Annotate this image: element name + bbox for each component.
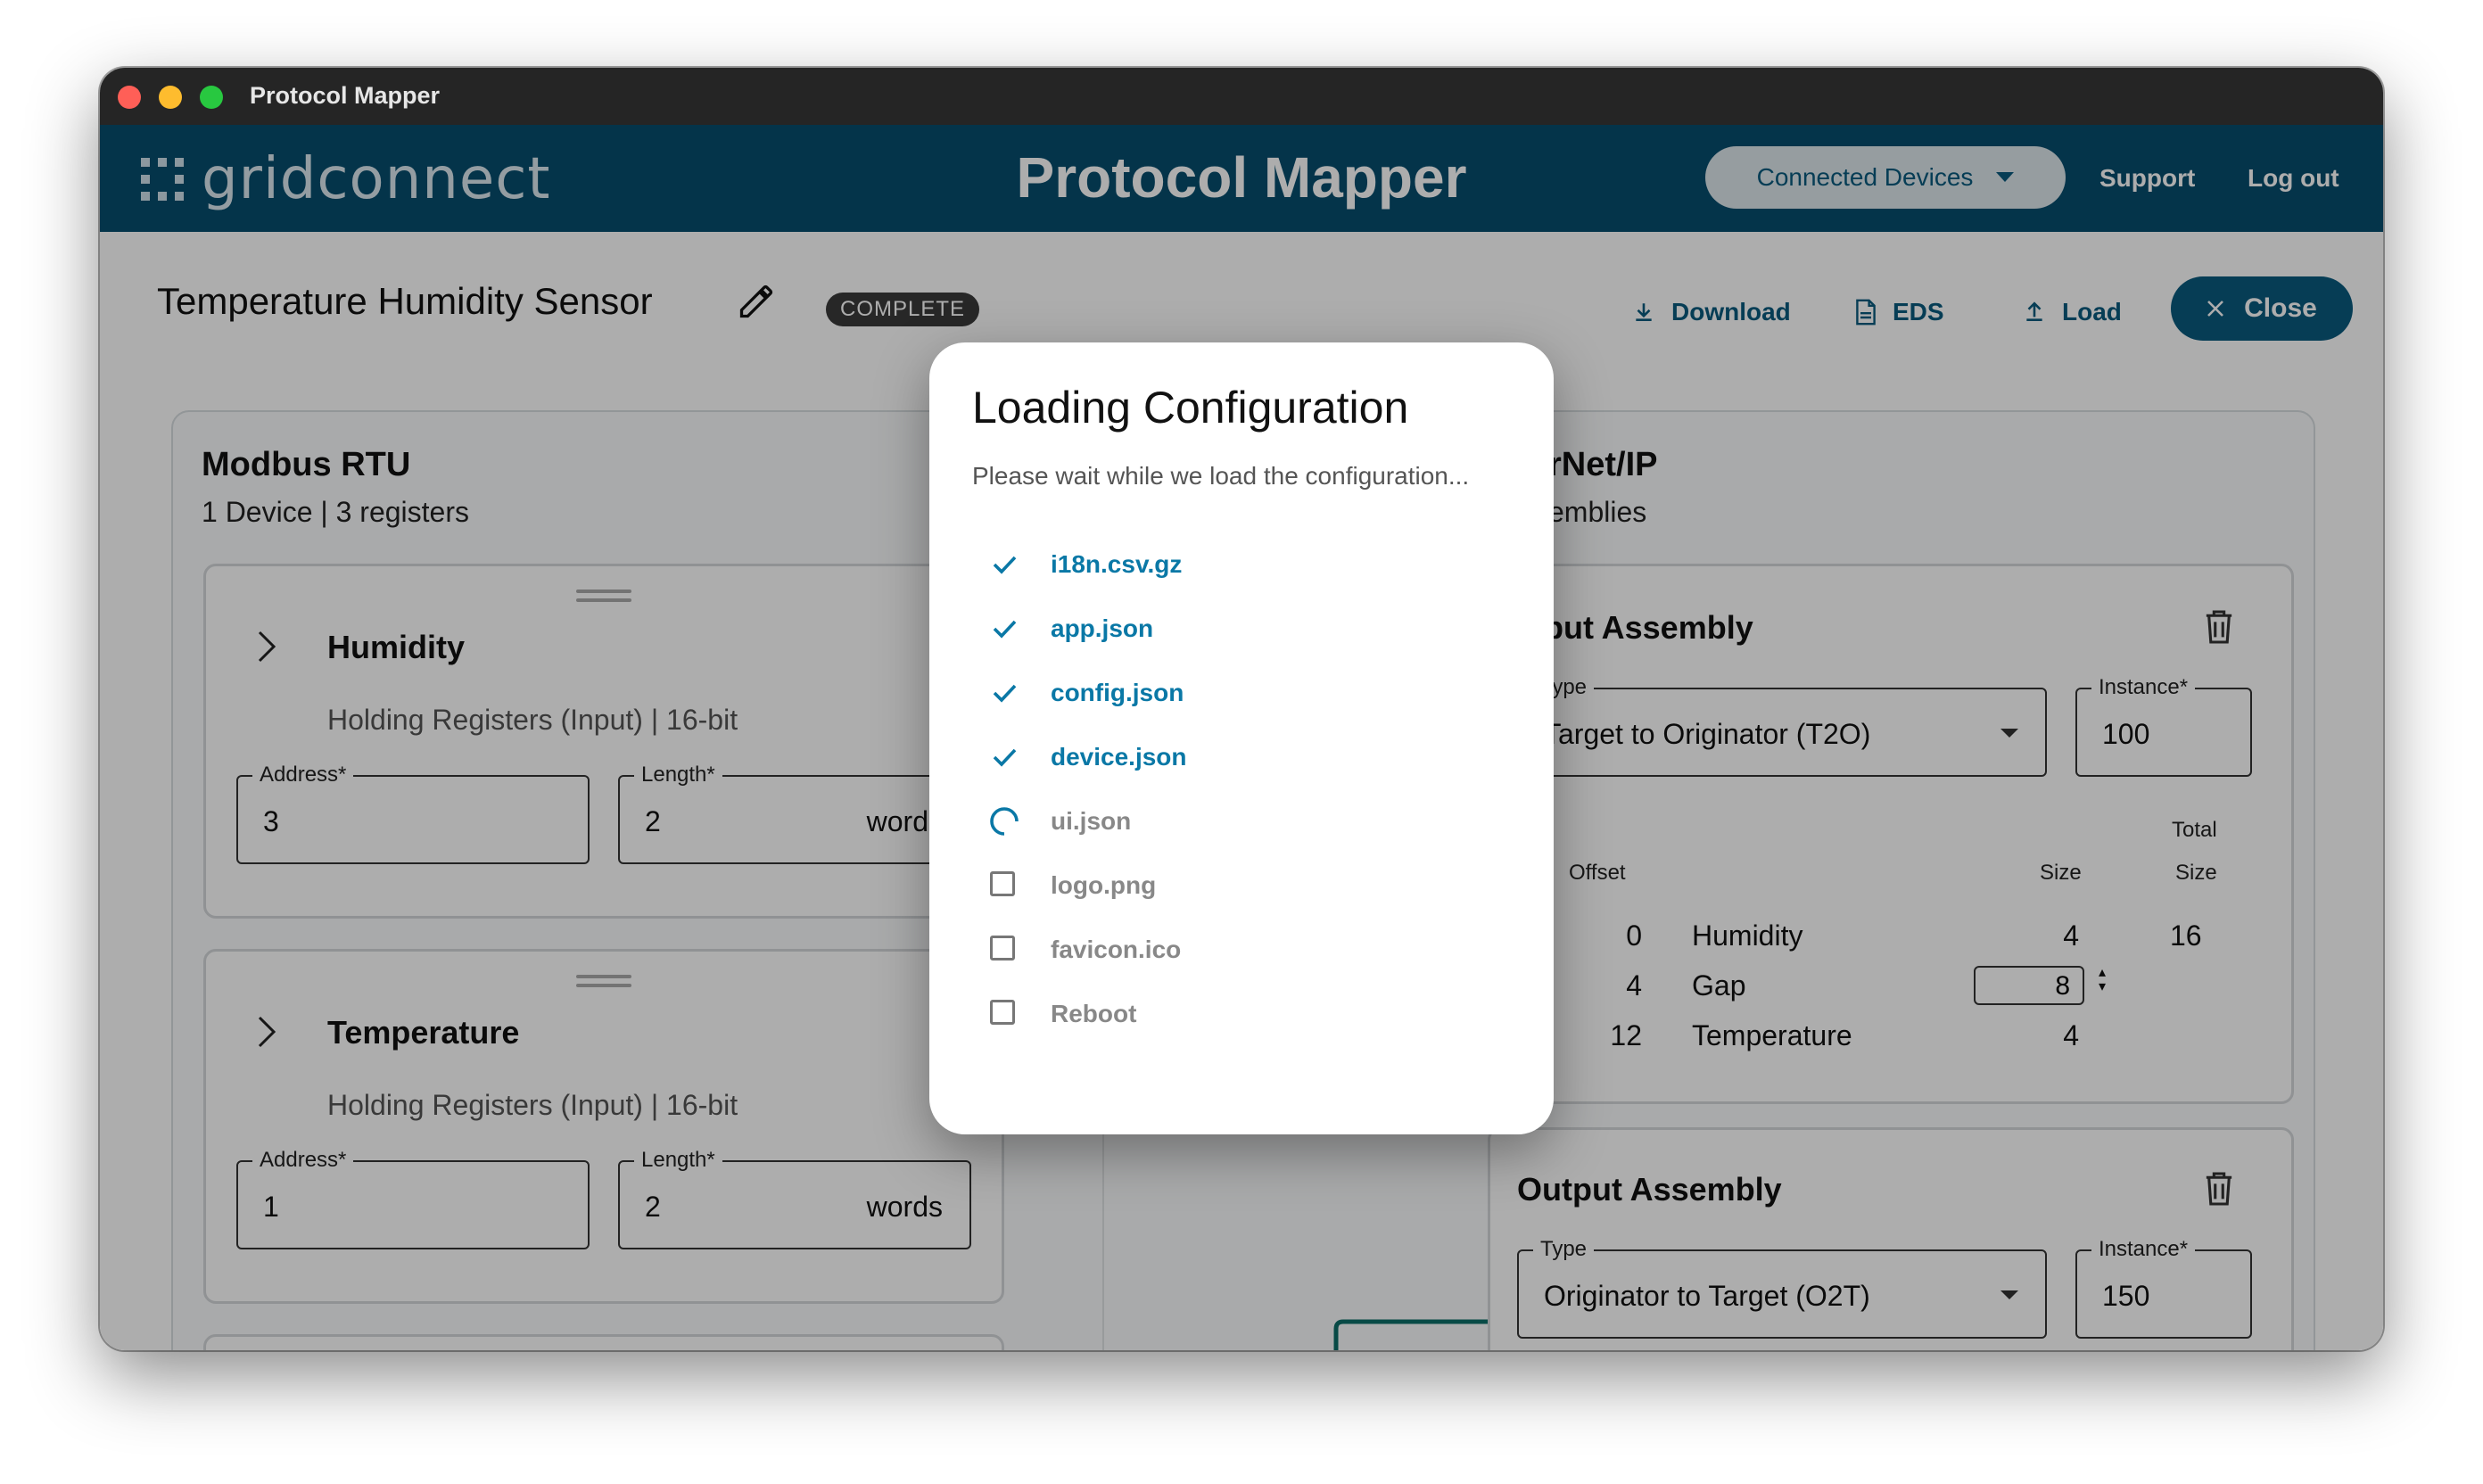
dialog-subtitle: Please wait while we load the configurat…: [972, 462, 1470, 490]
checkbox-icon: [986, 932, 1022, 968]
file-item: Reboot: [986, 992, 1136, 1036]
file-item: ui.json: [986, 799, 1131, 844]
file-item: app.json: [986, 606, 1153, 651]
file-item: i18n.csv.gz: [986, 542, 1182, 587]
close-window-button[interactable]: [118, 86, 141, 109]
minimize-window-button[interactable]: [159, 86, 182, 109]
checkbox-icon: [986, 996, 1022, 1032]
loading-spinner-icon: [986, 804, 1022, 839]
check-icon: [986, 675, 1022, 711]
file-item: logo.png: [986, 863, 1156, 908]
file-item: config.json: [986, 671, 1184, 715]
checkbox-icon: [986, 868, 1022, 903]
file-name: device.json: [1051, 743, 1187, 771]
check-icon: [986, 739, 1022, 775]
file-item: device.json: [986, 735, 1187, 779]
app-window: Protocol Mapper gridconnect Protocol Map…: [100, 68, 2383, 1350]
loading-dialog: Loading Configuration Please wait while …: [929, 342, 1554, 1134]
check-icon: [986, 547, 1022, 582]
zoom-window-button[interactable]: [200, 86, 223, 109]
file-name: app.json: [1051, 614, 1154, 642]
file-name: i18n.csv.gz: [1051, 550, 1183, 578]
file-name: logo.png: [1051, 871, 1157, 899]
file-name: favicon.ico: [1051, 936, 1182, 963]
file-name: config.json: [1051, 679, 1184, 706]
file-item: favicon.ico: [986, 928, 1181, 972]
dialog-title: Loading Configuration: [972, 383, 1409, 433]
title-bar: Protocol Mapper: [100, 68, 2383, 125]
check-icon: [986, 611, 1022, 647]
file-name: Reboot: [1051, 1000, 1137, 1027]
window-title: Protocol Mapper: [250, 82, 441, 109]
file-name: ui.json: [1051, 807, 1132, 835]
